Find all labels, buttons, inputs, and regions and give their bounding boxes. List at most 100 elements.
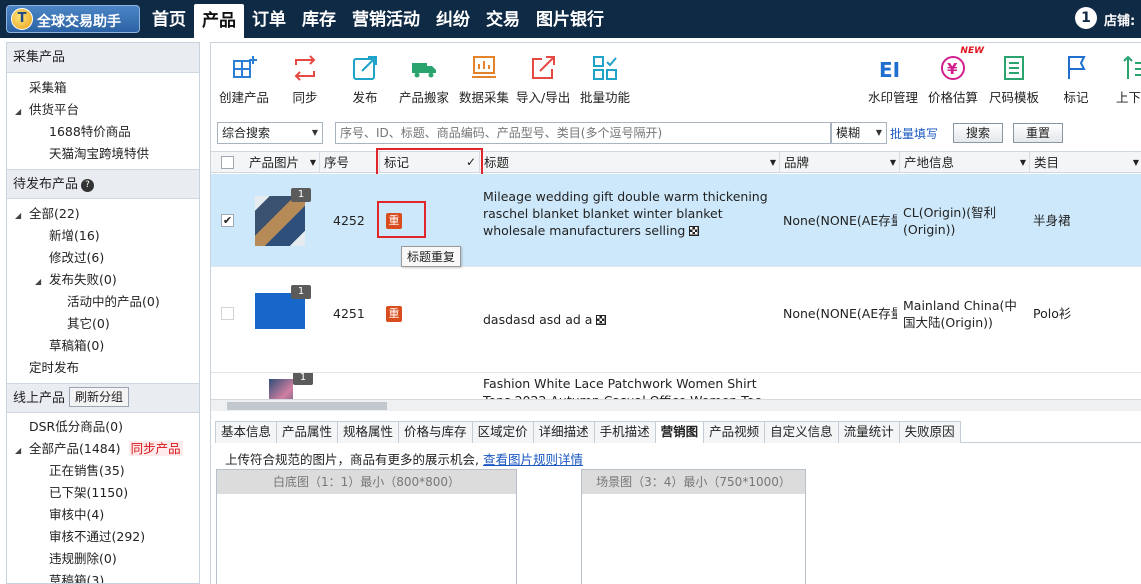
- store-label[interactable]: 店铺:: [1104, 10, 1135, 29]
- sidebar-item-collect-box[interactable]: 采集箱: [7, 77, 199, 99]
- tab-spec-attrs[interactable]: 规格属性: [337, 421, 400, 443]
- sidebar-item-off-shelf[interactable]: 已下架(1150): [7, 482, 199, 504]
- refresh-groups-button[interactable]: 刷新分组: [69, 387, 130, 407]
- sidebar-section-pending[interactable]: 待发布产品?: [7, 169, 199, 199]
- tab-mobile-description[interactable]: 手机描述: [593, 421, 656, 443]
- col-brand[interactable]: 品牌 ▼: [780, 152, 900, 173]
- sidebar-section-collect[interactable]: 采集产品: [7, 43, 199, 73]
- tab-product-attrs[interactable]: 产品属性: [276, 421, 339, 443]
- nav-orders[interactable]: 订单: [244, 0, 294, 38]
- qr-code-icon[interactable]: [596, 315, 607, 325]
- notification-badge[interactable]: 1: [1075, 7, 1097, 29]
- batch-fill-link[interactable]: 批量填写: [890, 125, 938, 142]
- import-export-button[interactable]: 导入/导出: [516, 53, 570, 106]
- sidebar-item-dsr[interactable]: DSR低分商品(0): [7, 416, 199, 438]
- sidebar-item-rejected[interactable]: 审核不通过(292): [7, 526, 199, 548]
- table-row[interactable]: ✔ 1 4252 重 Mileage wedding gift double w…: [211, 174, 1141, 267]
- upload-hint: 上传符合规范的图片，商品有更多的展示机会, 查看图片规则详情: [225, 452, 583, 467]
- nav-trade[interactable]: 交易: [478, 0, 528, 38]
- product-thumbnail[interactable]: 1: [255, 188, 311, 246]
- sync-products-link[interactable]: 同步产品: [128, 441, 183, 456]
- tab-marketing-images[interactable]: 营销图: [654, 421, 705, 443]
- product-thumbnail[interactable]: 1: [269, 373, 313, 399]
- shelf-button[interactable]: 上下架: [1116, 53, 1141, 106]
- sidebar-item-on-sale[interactable]: 正在销售(35): [7, 460, 199, 482]
- row-checkbox[interactable]: ✔: [221, 214, 234, 227]
- white-bg-image-box[interactable]: 白底图（1：1）最小（800*800）: [216, 469, 517, 584]
- size-template-icon: [1004, 56, 1024, 80]
- expand-icon[interactable]: ◢: [15, 440, 25, 462]
- tab-product-video[interactable]: 产品视频: [703, 421, 766, 443]
- expand-icon[interactable]: ◢: [15, 101, 25, 123]
- col-image[interactable]: 产品图片 ▼: [245, 152, 320, 173]
- tab-traffic-stats[interactable]: 流量统计: [837, 421, 900, 443]
- sidebar-item-in-activity[interactable]: 活动中的产品(0): [7, 291, 199, 313]
- search-button[interactable]: 搜索: [953, 123, 1003, 143]
- select-all-checkbox[interactable]: [221, 156, 234, 169]
- watermark-button[interactable]: EI 水印管理: [868, 53, 918, 106]
- tab-failure-reason[interactable]: 失败原因: [898, 421, 961, 443]
- sidebar-item-all-products[interactable]: ◢ 全部产品(1484) 同步产品: [7, 438, 199, 460]
- nav-products[interactable]: 产品: [194, 4, 244, 38]
- size-template-button[interactable]: 尺码模板: [989, 53, 1039, 106]
- col-seq[interactable]: 序号: [320, 152, 380, 173]
- tab-description[interactable]: 详细描述: [532, 421, 595, 443]
- horizontal-scrollbar[interactable]: [211, 399, 1141, 411]
- tab-custom-info[interactable]: 自定义信息: [764, 421, 839, 443]
- scene-image-box[interactable]: 场景图（3：4）最小（750*1000）: [581, 469, 806, 584]
- nav-inventory[interactable]: 库存: [294, 0, 344, 38]
- col-title[interactable]: 标题 ▼: [480, 152, 780, 173]
- col-category[interactable]: 类目 ▼: [1030, 152, 1141, 173]
- reset-button[interactable]: 重置: [1013, 123, 1063, 143]
- sidebar-item-reviewing[interactable]: 审核中(4): [7, 504, 199, 526]
- product-thumbnail[interactable]: 1: [255, 285, 311, 329]
- search-input[interactable]: [335, 122, 831, 144]
- nav-disputes[interactable]: 纠纷: [428, 0, 478, 38]
- nav-home[interactable]: 首页: [144, 0, 194, 38]
- product-move-button[interactable]: 产品搬家: [399, 53, 449, 106]
- duplicate-mark-icon[interactable]: 重: [386, 306, 402, 322]
- sidebar-item-deleted[interactable]: 违规删除(0): [7, 548, 199, 570]
- mark-button[interactable]: 标记: [1061, 53, 1091, 106]
- create-product-button[interactable]: 创建产品: [219, 53, 269, 106]
- sidebar-item-tmall[interactable]: 天猫淘宝跨境特供: [7, 143, 199, 165]
- sidebar-item-scheduled[interactable]: 定时发布: [7, 357, 199, 379]
- table-row[interactable]: 1 4251 重 dasdasd asd ad a None(NONE(AE存量…: [211, 267, 1141, 373]
- nav-marketing[interactable]: 营销活动: [344, 0, 428, 38]
- expand-icon[interactable]: ◢: [15, 205, 25, 227]
- batch-function-button[interactable]: 批量功能: [580, 53, 630, 106]
- sidebar-item-failed[interactable]: ◢ 发布失败(0): [7, 269, 199, 291]
- col-origin[interactable]: 产地信息 ▼: [900, 152, 1030, 173]
- match-mode-select[interactable]: 模糊 ▼: [831, 122, 887, 144]
- app-logo[interactable]: T 全球交易助手: [6, 5, 140, 33]
- image-rules-link[interactable]: 查看图片规则详情: [483, 452, 583, 467]
- row-title[interactable]: Mileage wedding gift double warm thicken…: [483, 188, 775, 239]
- price-estimate-button[interactable]: NEW ¥ 价格估算: [928, 46, 984, 106]
- sidebar-item-online-drafts[interactable]: 草稿箱(3): [7, 570, 199, 583]
- tab-basic-info[interactable]: 基本信息: [215, 421, 278, 443]
- scroll-thumb[interactable]: [227, 402, 387, 410]
- sidebar-section-online[interactable]: 线上产品 刷新分组: [7, 383, 199, 413]
- sync-button[interactable]: 同步: [290, 53, 320, 106]
- sidebar-item-drafts[interactable]: 草稿箱(0): [7, 335, 199, 357]
- sidebar-item-1688[interactable]: 1688特价商品: [7, 121, 199, 143]
- nav-image-bank[interactable]: 图片银行: [528, 0, 612, 38]
- table-row[interactable]: 1 Fashion White Lace Patchwork Women Shi…: [211, 373, 1141, 399]
- sidebar-item-supply-platform[interactable]: ◢ 供货平台: [7, 99, 199, 121]
- tab-region-price[interactable]: 区域定价: [471, 421, 534, 443]
- sync-icon: [294, 55, 316, 81]
- sidebar-item-other[interactable]: 其它(0): [7, 313, 199, 335]
- row-checkbox[interactable]: [221, 307, 234, 320]
- data-collect-button[interactable]: 数据采集: [459, 53, 509, 106]
- sidebar-item-new[interactable]: 新增(16): [7, 225, 199, 247]
- publish-button[interactable]: 发布: [350, 53, 380, 106]
- sidebar-item-modified[interactable]: 修改过(6): [7, 247, 199, 269]
- tab-price-stock[interactable]: 价格与库存: [398, 421, 473, 443]
- search-type-select[interactable]: 综合搜索 ▼: [217, 122, 323, 144]
- qr-code-icon[interactable]: [689, 226, 700, 236]
- row-title[interactable]: dasdasd asd ad a: [483, 311, 775, 328]
- help-icon[interactable]: ?: [81, 179, 95, 192]
- row-title[interactable]: Fashion White Lace Patchwork Women Shirt…: [483, 375, 783, 399]
- sidebar-item-pending-all[interactable]: ◢ 全部(22): [7, 203, 199, 225]
- expand-icon[interactable]: ◢: [35, 271, 45, 293]
